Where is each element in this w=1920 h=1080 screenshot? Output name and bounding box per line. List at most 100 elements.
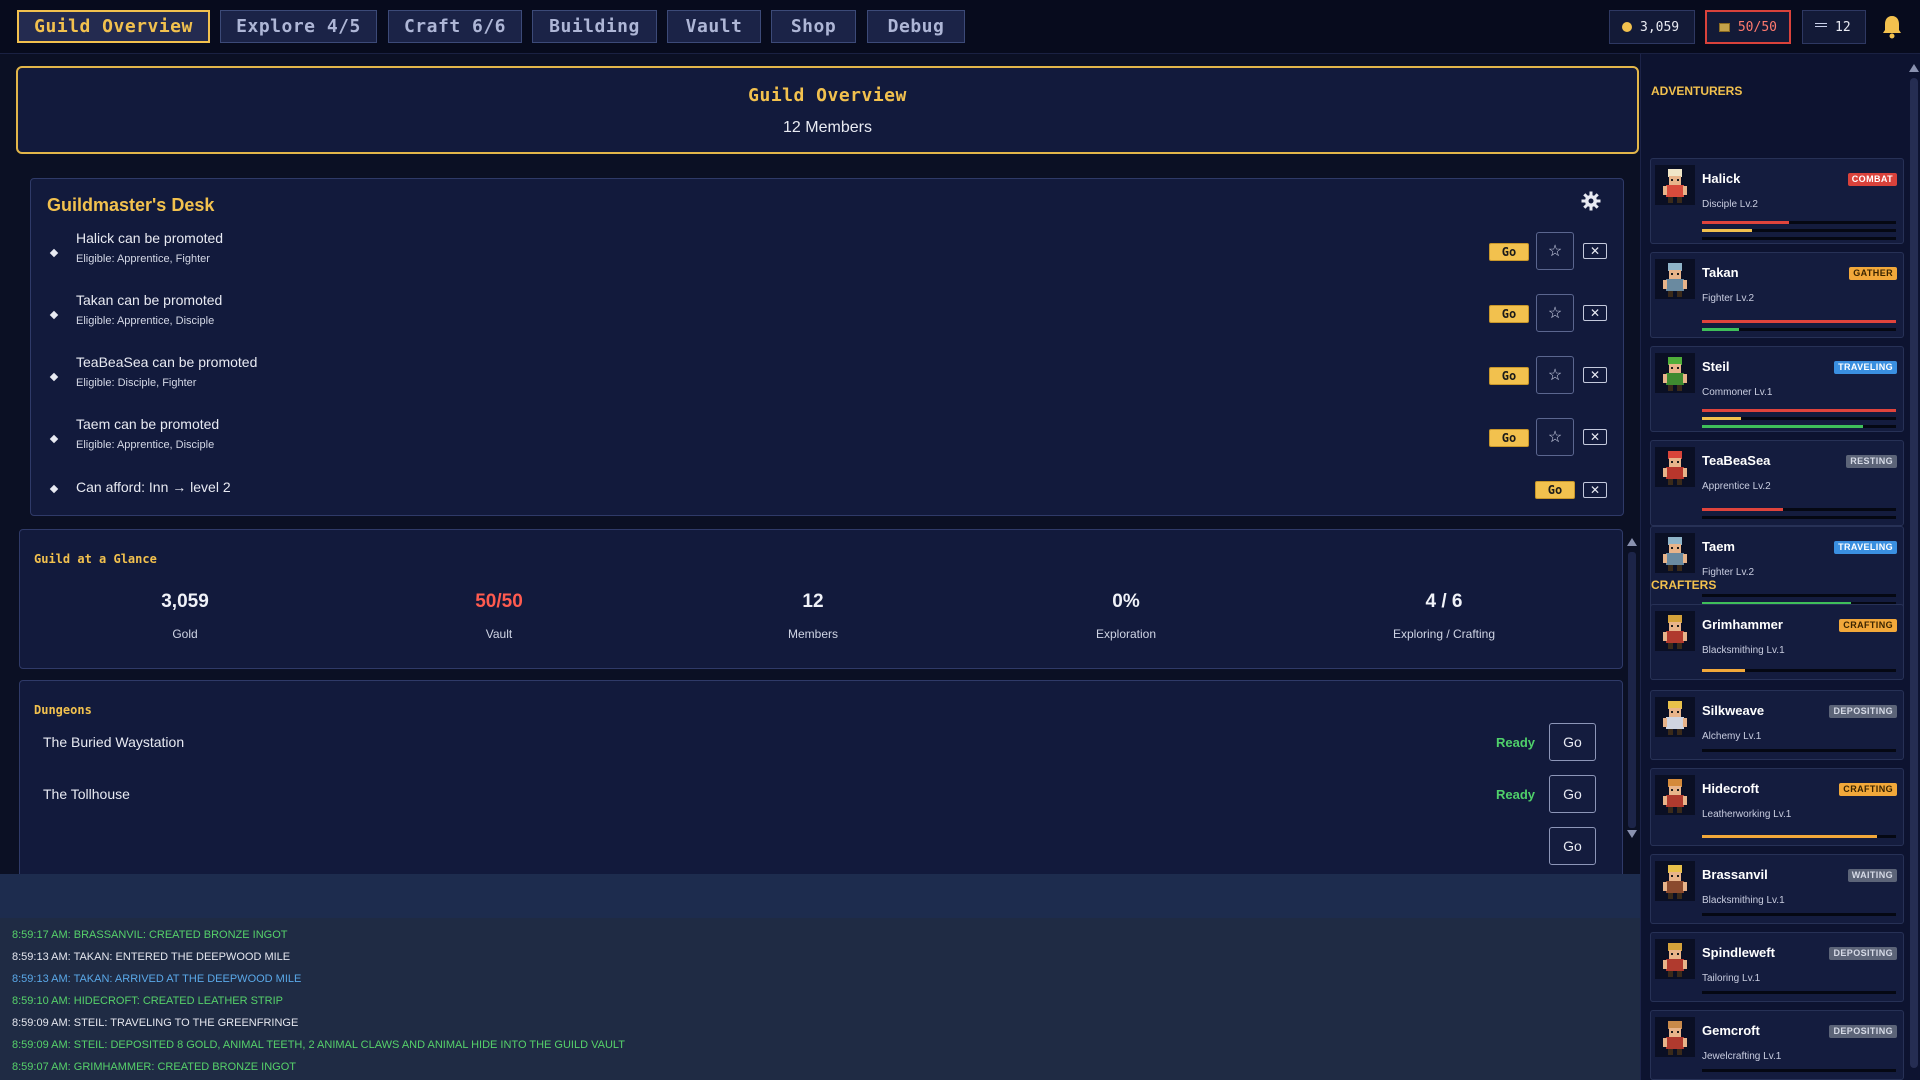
stat-bar <box>1702 425 1896 428</box>
close-icon[interactable]: ✕ <box>1583 305 1607 321</box>
status-badge: CRAFTING <box>1839 783 1897 796</box>
adventurer-card[interactable]: Halick Disciple Lv.2 COMBAT <box>1650 158 1904 244</box>
stat-value: 12 <box>802 591 824 612</box>
roster-sidebar: ADVENTURERS Halick Disciple Lv.2 COMBAT Tak… <box>1640 54 1920 1080</box>
stat-label: Members <box>787 627 838 641</box>
adventurer-class: Disciple Lv.2 <box>1702 199 1758 210</box>
close-icon[interactable]: ✕ <box>1583 367 1607 383</box>
status-badge: COMBAT <box>1847 173 1897 186</box>
stat-bar-fill <box>1702 229 1753 232</box>
crafter-card[interactable]: Brassanvil Blacksmithing Lv.1 WAITING <box>1650 854 1904 924</box>
stat-bar-fill <box>1702 417 1741 420</box>
status-badge: DEPOSITING <box>1829 947 1897 960</box>
crafter-class: Blacksmithing Lv.1 <box>1702 645 1785 656</box>
crafter-card[interactable]: Silkweave Alchemy Lv.1 DEPOSITING <box>1650 690 1904 760</box>
glance-stat-gold: 3,059 Gold <box>85 591 285 641</box>
close-icon[interactable]: ✕ <box>1583 243 1607 259</box>
desk-item-subtitle: Eligible: Apprentice, Disciple <box>76 439 215 451</box>
stat-bar <box>1702 221 1896 224</box>
stat-label: Exploring / Crafting <box>1392 627 1496 641</box>
status-badge: DEPOSITING <box>1829 1025 1897 1038</box>
tab-craft[interactable]: Craft 6/6 <box>388 10 522 43</box>
status-badge: RESTING <box>1846 455 1897 468</box>
activity-log: 8:59:17 AM: BRASSANVIL: CREATED BRONZE I… <box>0 918 1640 1080</box>
gold-value: 3,059 <box>1640 19 1680 35</box>
desk-item: Halick can be promoted Eligible: Apprent… <box>31 223 1623 281</box>
tab-building[interactable]: Building <box>532 10 657 43</box>
gold-chip: 3,059 <box>1609 10 1695 44</box>
star-icon[interactable]: ☆ <box>1536 356 1574 394</box>
desk-item-title: Takan can be promoted <box>76 292 223 308</box>
dungeon-go-button[interactable]: Go <box>1549 827 1596 865</box>
go-button[interactable]: Go <box>1489 429 1529 447</box>
crafter-class: Tailoring Lv.1 <box>1702 973 1761 984</box>
glance-stat-exploring-crafting: 4 / 6 Exploring / Crafting <box>1344 591 1544 641</box>
glance-stat-exploration: 0% Exploration <box>1026 591 1226 641</box>
bell-icon[interactable] <box>1880 14 1904 40</box>
crafter-name: Gemcroft <box>1702 1023 1760 1038</box>
log-toolbar <box>0 874 1640 918</box>
gear-icon[interactable] <box>1581 191 1601 211</box>
adventurer-name: TeaBeaSea <box>1702 453 1771 468</box>
adventurer-card[interactable]: TeaBeaSea Apprentice Lv.2 RESTING <box>1650 440 1904 526</box>
crafter-card[interactable]: Spindleweft Tailoring Lv.1 DEPOSITING <box>1650 932 1904 1002</box>
close-icon[interactable]: ✕ <box>1583 429 1607 445</box>
adventurer-card[interactable]: Taem Fighter Lv.2 TRAVELING <box>1650 526 1904 612</box>
stat-value: 0% <box>1112 591 1140 612</box>
stat-value: 3,059 <box>161 591 209 612</box>
go-button[interactable]: Go <box>1489 243 1529 261</box>
log-entry: 8:59:13 AM: TAKAN: ENTERED THE DEEPWOOD … <box>12 951 291 963</box>
desk-afford-item: Can afford: Inn → level 2 Go ✕ <box>31 469 1623 509</box>
glance-stat-vault: 50/50 Vault <box>399 591 599 641</box>
avatar <box>1655 861 1695 901</box>
guildmaster-desk: Guildmaster's Desk Halick can be promote… <box>30 178 1624 516</box>
tab-shop[interactable]: Shop <box>771 10 856 43</box>
vault-icon <box>1719 22 1730 32</box>
crafter-class: Jewelcrafting Lv.1 <box>1702 1051 1782 1062</box>
crafter-class: Leatherworking Lv.1 <box>1702 809 1792 820</box>
crafter-card[interactable]: Grimhammer Blacksmithing Lv.1 CRAFTING <box>1650 604 1904 680</box>
stat-bar <box>1702 320 1896 323</box>
adventurer-card[interactable]: Takan Fighter Lv.2 GATHER <box>1650 252 1904 338</box>
crafter-name: Silkweave <box>1702 703 1765 718</box>
desk-item: Takan can be promoted Eligible: Apprenti… <box>31 285 1623 343</box>
bullet-icon <box>49 372 59 382</box>
members-icon <box>1815 23 1827 31</box>
crafter-card[interactable]: Gemcroft Jewelcrafting Lv.1 DEPOSITING <box>1650 1010 1904 1080</box>
stat-bar <box>1702 417 1896 420</box>
crafter-card[interactable]: Hidecroft Leatherworking Lv.1 CRAFTING <box>1650 768 1904 846</box>
coin-icon <box>1622 22 1632 32</box>
overview-header: Guild Overview 12 Members <box>16 66 1639 154</box>
adventurer-name: Steil <box>1702 359 1730 374</box>
star-icon[interactable]: ☆ <box>1536 232 1574 270</box>
main-scrollbar[interactable] <box>1626 538 1638 838</box>
star-icon[interactable]: ☆ <box>1536 418 1574 456</box>
adventurer-card[interactable]: Steil Commoner Lv.1 TRAVELING <box>1650 346 1904 432</box>
log-entry: 8:59:09 AM: STEIL: DEPOSITED 8 GOLD, ANI… <box>12 1039 625 1051</box>
craft-progress-bar <box>1702 913 1896 916</box>
avatar <box>1655 447 1695 487</box>
star-icon[interactable]: ☆ <box>1536 294 1574 332</box>
status-badge: GATHER <box>1849 267 1897 280</box>
avatar <box>1655 611 1695 651</box>
tab-debug[interactable]: Debug <box>867 10 965 43</box>
avatar <box>1655 533 1695 573</box>
stat-bar <box>1702 516 1896 519</box>
tab-guild-overview[interactable]: Guild Overview <box>17 10 210 43</box>
dungeon-go-button[interactable]: Go <box>1549 723 1596 761</box>
sidebar-scrollbar[interactable] <box>1909 64 1919 1074</box>
log-entry: 8:59:13 AM: TAKAN: ARRIVED AT THE DEEPWO… <box>12 973 302 985</box>
tab-explore[interactable]: Explore 4/5 <box>220 10 377 43</box>
dungeon-go-button[interactable]: Go <box>1549 775 1596 813</box>
go-button[interactable]: Go <box>1489 305 1529 323</box>
stat-bar-fill <box>1702 221 1790 224</box>
stat-bar-fill <box>1702 409 1896 412</box>
adventurer-class: Commoner Lv.1 <box>1702 387 1773 398</box>
craft-progress-bar <box>1702 669 1896 672</box>
glance-title: Guild at a Glance <box>34 552 157 566</box>
tab-vault[interactable]: Vault <box>667 10 761 43</box>
go-button[interactable]: Go <box>1535 481 1575 499</box>
close-icon[interactable]: ✕ <box>1583 482 1607 498</box>
status-badge: WAITING <box>1847 869 1897 882</box>
go-button[interactable]: Go <box>1489 367 1529 385</box>
